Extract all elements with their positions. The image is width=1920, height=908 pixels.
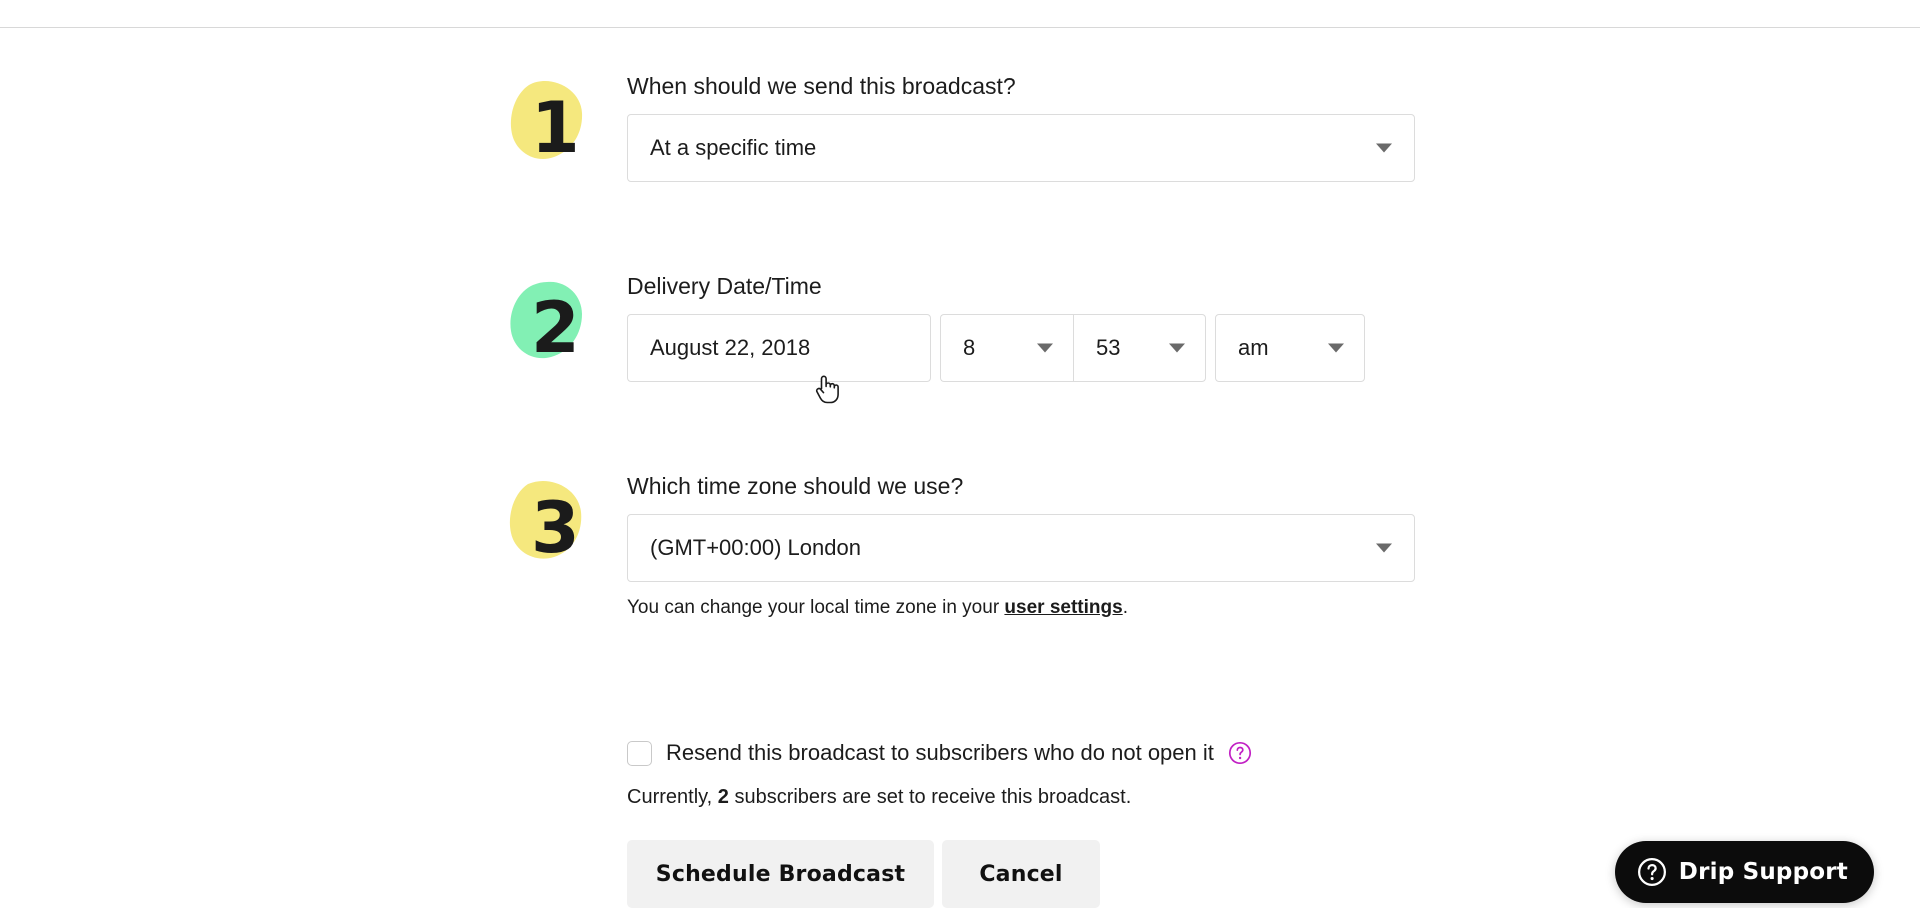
timezone-helper-suffix: .	[1122, 597, 1128, 618]
step-2-field-block: Delivery Date/Time August 22, 2018 8 53	[627, 272, 1427, 382]
subscriber-count-note: Currently, 2 subscribers are set to rece…	[627, 786, 1131, 809]
timezone-helper-prefix: You can change your local time zone in y…	[627, 597, 1005, 618]
timezone-helper-text: You can change your local time zone in y…	[627, 596, 1427, 620]
step-1-badge: 1	[505, 72, 595, 182]
step-1-number: 1	[531, 87, 580, 169]
delivery-time-group: 8 53	[940, 314, 1206, 382]
delivery-date-value: August 22, 2018	[650, 335, 811, 360]
chevron-down-icon	[1376, 143, 1392, 153]
step-2-label: Delivery Date/Time	[627, 273, 822, 299]
step-3-label: Which time zone should we use?	[627, 473, 964, 499]
delivery-date-input[interactable]: August 22, 2018	[627, 314, 931, 382]
drip-support-label: Drip Support	[1678, 859, 1848, 885]
delivery-minute-select[interactable]: 53	[1073, 314, 1206, 382]
subscriber-count: 2	[717, 786, 729, 808]
step-2-number: 2	[531, 287, 580, 369]
delivery-ampm-select[interactable]: am	[1215, 314, 1365, 382]
resend-checkbox[interactable]	[627, 740, 652, 766]
step-2-badge: 2	[505, 272, 595, 382]
step-3-field-block: Which time zone should we use? (GMT+00:0…	[627, 472, 1427, 639]
resend-row: Resend this broadcast to subscribers who…	[627, 740, 1252, 766]
timezone-select[interactable]: (GMT+00:00) London	[627, 514, 1415, 582]
help-circle-icon[interactable]	[1228, 741, 1252, 765]
schedule-broadcast-page: 1 When should we send this broadcast? At…	[0, 0, 1920, 908]
schedule-form: 1 When should we send this broadcast? At…	[0, 0, 1920, 908]
delivery-hour-value: 8	[963, 335, 976, 360]
timezone-value: (GMT+00:00) London	[650, 535, 861, 560]
resend-label[interactable]: Resend this broadcast to subscribers who…	[666, 740, 1214, 766]
user-settings-link[interactable]: user settings	[1004, 597, 1122, 618]
form-actions: Schedule Broadcast Cancel	[627, 840, 1100, 908]
delivery-ampm-value: am	[1238, 335, 1269, 360]
question-circle-icon	[1637, 857, 1666, 887]
delivery-hour-select[interactable]: 8	[940, 314, 1073, 382]
chevron-down-icon	[1376, 543, 1392, 553]
chevron-down-icon	[1169, 343, 1185, 353]
step-1-field-block: When should we send this broadcast? At a…	[627, 72, 1427, 182]
step-3-badge: 3	[505, 472, 595, 582]
chevron-down-icon	[1328, 343, 1344, 353]
step-1-label: When should we send this broadcast?	[627, 73, 1016, 99]
drip-support-button[interactable]: Drip Support	[1614, 841, 1874, 903]
send-timing-value: At a specific time	[650, 135, 817, 160]
delivery-minute-value: 53	[1096, 335, 1121, 360]
subscriber-note-prefix: Currently,	[627, 786, 718, 808]
subscriber-note-suffix: subscribers are set to receive this broa…	[728, 786, 1132, 808]
send-timing-select[interactable]: At a specific time	[627, 114, 1415, 182]
delivery-datetime-row: August 22, 2018 8 53 am	[627, 314, 1427, 382]
schedule-broadcast-button[interactable]: Schedule Broadcast	[627, 840, 934, 908]
cancel-button[interactable]: Cancel	[942, 840, 1100, 908]
chevron-down-icon	[1037, 343, 1053, 353]
step-3-number: 3	[531, 487, 580, 569]
